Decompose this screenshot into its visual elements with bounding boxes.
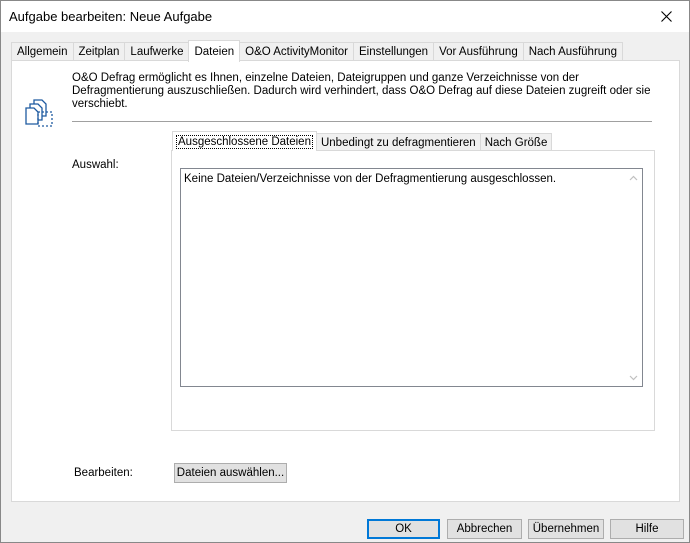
files-icon [24, 95, 58, 132]
button-label: Hilfe [635, 523, 659, 535]
dateien-tab-page: O&O Defrag ermöglicht es Ihnen, einzelne… [11, 60, 680, 502]
tab-ausgeschlossene-dateien[interactable]: Ausgeschlossene Dateien [172, 131, 317, 151]
cancel-button[interactable]: Abbrechen [447, 519, 522, 539]
scroll-up-arrow[interactable] [625, 169, 642, 186]
tab-nach-ausfuehrung[interactable]: Nach Ausführung [522, 42, 623, 61]
list-empty-text: Keine Dateien/Verzeichnisse von der Defr… [184, 173, 557, 185]
tab-label: Dateien [194, 45, 235, 58]
tab-label: Vor Ausführung [439, 46, 518, 58]
tab-activitymonitor[interactable]: O&O ActivityMonitor [239, 42, 355, 61]
dialog-window: Aufgabe bearbeiten: Neue Aufgabe Allgeme… [0, 0, 690, 543]
tab-laufwerke[interactable]: Laufwerke [124, 42, 190, 61]
bearbeiten-label: Bearbeiten: [74, 467, 133, 479]
inner-tab-page: Keine Dateien/Verzeichnisse von der Defr… [171, 150, 655, 431]
title-bar: Aufgabe bearbeiten: Neue Aufgabe [1, 1, 689, 32]
tab-label: Laufwerke [130, 46, 184, 58]
tab-dateien[interactable]: Dateien [188, 40, 241, 62]
tab-nach-groesse[interactable]: Nach Größe [479, 133, 553, 151]
tab-einstellungen[interactable]: Einstellungen [353, 42, 435, 61]
window-title: Aufgabe bearbeiten: Neue Aufgabe [9, 9, 213, 24]
ok-button[interactable]: OK [367, 519, 440, 539]
chevron-down-icon [629, 375, 638, 380]
button-label: OK [395, 523, 412, 535]
tab-unbedingt-defragmentieren[interactable]: Unbedingt zu defragmentieren [315, 133, 481, 151]
tab-label: Unbedingt zu defragmentieren [320, 136, 476, 149]
inner-tabstrip: Ausgeschlossene Dateien Unbedingt zu def… [172, 131, 553, 151]
apply-button[interactable]: Übernehmen [528, 519, 604, 539]
tab-label: Nach Ausführung [528, 46, 617, 58]
tab-label: Zeitplan [78, 46, 120, 58]
select-files-button[interactable]: Dateien auswählen... [174, 463, 287, 483]
tab-label: Einstellungen [359, 46, 429, 58]
main-tabstrip: Allgemein Zeitplan Laufwerke Dateien O&O… [11, 40, 623, 62]
help-button[interactable]: Hilfe [610, 519, 684, 539]
button-label: Dateien auswählen... [176, 467, 285, 479]
tab-vor-ausfuehrung[interactable]: Vor Ausführung [433, 42, 524, 61]
scroll-down-arrow[interactable] [625, 369, 642, 386]
tab-label: Allgemein [17, 46, 68, 58]
button-label: Abbrechen [456, 523, 513, 535]
button-label: Übernehmen [532, 523, 600, 535]
close-icon [660, 11, 672, 22]
chevron-up-icon [629, 175, 638, 180]
tab-allgemein[interactable]: Allgemein [11, 42, 74, 61]
vertical-scrollbar[interactable] [625, 169, 642, 386]
tab-label: O&O ActivityMonitor [245, 46, 349, 58]
auswahl-label: Auswahl: [72, 159, 119, 171]
tab-label: Nach Größe [484, 136, 548, 149]
description-text: O&O Defrag ermöglicht es Ihnen, einzelne… [72, 72, 651, 110]
separator-line [72, 121, 652, 122]
tab-label: Ausgeschlossene Dateien [176, 134, 313, 149]
tab-zeitplan[interactable]: Zeitplan [72, 42, 126, 61]
excluded-files-list[interactable]: Keine Dateien/Verzeichnisse von der Defr… [180, 168, 643, 387]
close-button[interactable] [643, 1, 689, 32]
